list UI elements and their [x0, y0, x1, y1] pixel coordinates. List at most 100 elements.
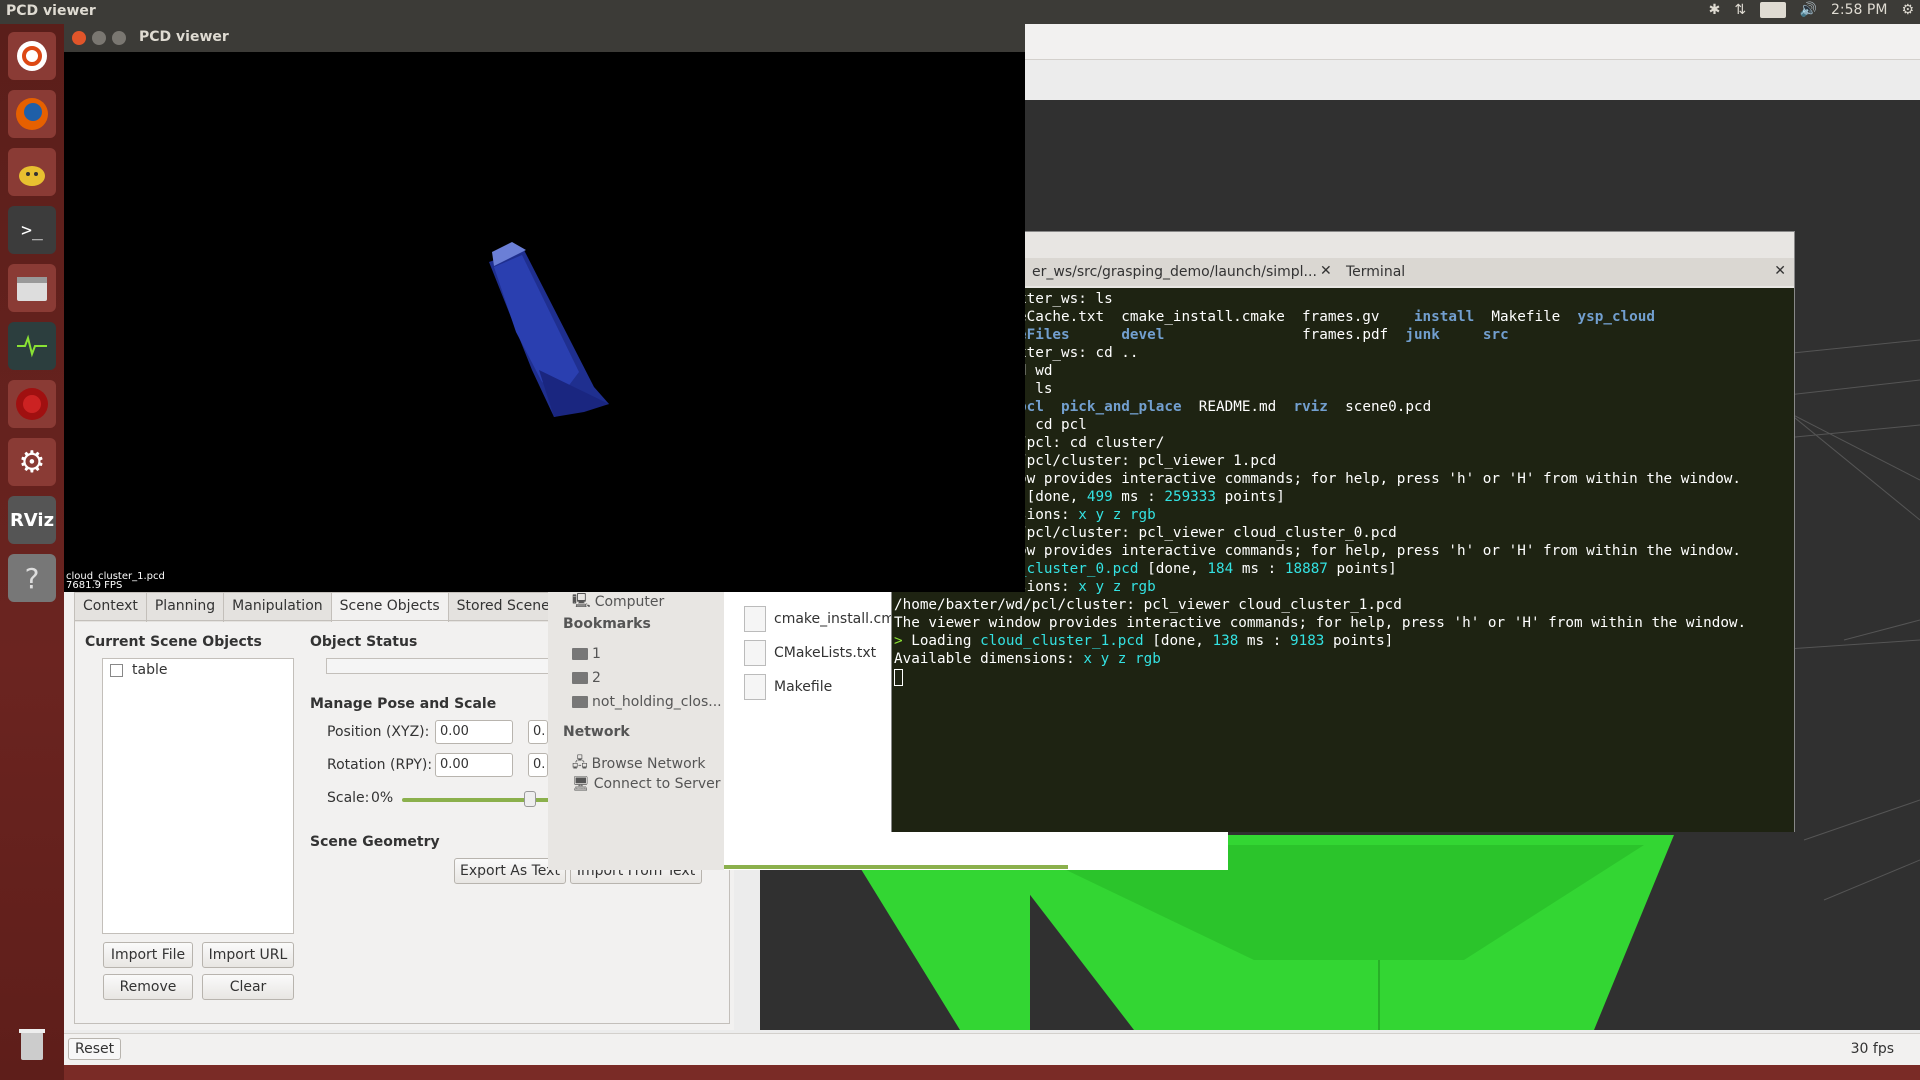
tab-manipulation[interactable]: Manipulation — [223, 592, 332, 622]
folder-icon — [572, 648, 588, 660]
file-item-label: CMakeLists.txt — [774, 645, 877, 661]
terminal-tab-bar: er_ws/src/grasping_demo/launch/simpl... … — [892, 258, 1794, 286]
help-icon[interactable]: ? — [8, 554, 56, 602]
scene-geometry-heading: Scene Geometry — [310, 834, 440, 850]
bookmarks-heading: Bookmarks — [563, 616, 651, 632]
file-item[interactable]: Makefile — [744, 674, 832, 700]
clock[interactable]: 2:58 PM — [1831, 2, 1887, 18]
terminal-line: xter_ws: cd .. — [1018, 345, 1139, 361]
terminal-icon[interactable]: >_ — [8, 206, 56, 254]
close-icon[interactable]: ✕ — [1774, 263, 1786, 279]
settings-icon[interactable]: ⚙ — [8, 438, 56, 486]
file-item-label: cmake_install.cm — [774, 611, 895, 627]
computer-icon: 🖳 — [572, 593, 591, 609]
terminal-line: : cd pcl — [1018, 417, 1087, 433]
network-icon[interactable]: ⇅ — [1734, 2, 1746, 18]
app-icon[interactable] — [8, 380, 56, 428]
point-cloud-render[interactable] — [64, 52, 1025, 572]
sidebar-item-computer-label: Computer — [594, 594, 665, 610]
terminal-line: d wd — [1018, 363, 1053, 379]
scale-slider-handle[interactable] — [524, 791, 536, 807]
terminal-line: eCache.txt cmake_install.cmake frames.gv… — [1018, 309, 1655, 325]
network-heading: Network — [563, 724, 630, 740]
current-scene-objects-heading: Current Scene Objects — [85, 634, 262, 650]
terminal-tab-2[interactable]: Terminal — [1346, 264, 1405, 280]
pcd-viewer-titlebar: PCD viewer — [64, 24, 1025, 52]
sidebar-item-bookmark-2[interactable]: 2 — [572, 670, 601, 686]
teapot-icon[interactable] — [8, 148, 56, 196]
launcher: >_ ⚙ RViz ? — [0, 24, 64, 1080]
pcd-viewer-overlay: cloud_cluster_1.pcd 7681.9 FPS — [66, 572, 165, 591]
terminal-window: er_ws/src/grasping_demo/launch/simpl... … — [891, 231, 1795, 832]
rviz-icon[interactable]: RViz — [8, 496, 56, 544]
keyboard-language-indicator[interactable]: En — [1760, 2, 1786, 18]
terminal-line: _cluster_0.pcd [done, 184 ms : 18887 poi… — [1018, 561, 1397, 577]
volume-icon[interactable]: 🔊 — [1800, 2, 1817, 18]
minimize-window-icon[interactable] — [92, 31, 106, 45]
sidebar-item-bookmark-1[interactable]: 1 — [572, 646, 601, 662]
system-monitor-icon[interactable] — [8, 322, 56, 370]
file-item[interactable]: CMakeLists.txt — [744, 640, 876, 666]
top-panel: PCD viewer ✱ ⇅ En 🔊 2:58 PM ⚙ — [0, 0, 1920, 24]
rotation-r-spinbox[interactable]: 0.00 — [435, 753, 513, 777]
file-item-label: Makefile — [774, 679, 833, 695]
server-icon: 🖥 — [572, 776, 590, 792]
terminal-line: /pcl: cd cluster/ — [1018, 435, 1165, 451]
window-title: PCD viewer — [139, 29, 229, 45]
sidebar-item-browse-network[interactable]: 🖧 Browse Network — [572, 752, 706, 776]
terminal-line: /pcl/cluster: pcl_viewer 1.pcd — [1018, 453, 1277, 469]
folder-icon — [572, 696, 588, 708]
import-url-button[interactable]: Import URL — [202, 942, 294, 968]
progress-bar — [724, 865, 1068, 869]
terminal-line: pcl pick_and_place README.md rviz scene0… — [1018, 399, 1432, 415]
close-window-icon[interactable] — [72, 31, 86, 45]
gear-icon[interactable]: ⚙ — [1901, 2, 1914, 18]
manage-pose-heading: Manage Pose and Scale — [310, 696, 497, 712]
fps-label: 7681.9 FPS — [66, 580, 123, 591]
sidebar-item-bookmark-3[interactable]: not_holding_clos... — [572, 694, 722, 710]
sidebar-item-bookmark-1-label: 1 — [592, 646, 601, 662]
terminal-line: : ls — [1018, 381, 1053, 397]
pcd-viewer-window[interactable]: PCD viewer cloud_cluster_1.pcd 7681.9 FP… — [64, 24, 1025, 592]
position-x-spinbox[interactable]: 0.00 — [435, 720, 513, 744]
ubuntu-dash-icon[interactable] — [8, 32, 56, 80]
rotation-p-spinbox[interactable]: 0. — [528, 753, 548, 777]
tab-scene-objects[interactable]: Scene Objects — [330, 592, 449, 622]
sidebar-item-bookmark-2-label: 2 — [592, 670, 601, 686]
clear-button[interactable]: Clear — [202, 974, 294, 1000]
file-item[interactable]: cmake_install.cm — [744, 606, 895, 632]
sidebar-item-computer[interactable]: 🖳 Computer — [572, 590, 664, 614]
terminal-tab-1[interactable]: er_ws/src/grasping_demo/launch/simpl... — [1032, 264, 1532, 280]
import-file-button[interactable]: Import File — [103, 942, 193, 968]
tab-context[interactable]: Context — [74, 592, 147, 622]
terminal-cursor — [894, 668, 1794, 686]
bluetooth-icon[interactable]: ✱ — [1709, 2, 1721, 18]
trash-icon[interactable] — [8, 1020, 56, 1068]
system-tray: ✱ ⇅ En 🔊 2:58 PM ⚙ — [1709, 2, 1914, 18]
text-file-icon — [744, 674, 766, 700]
terminal-line: [done, 499 ms : 259333 points] — [1018, 489, 1285, 505]
table-checkbox[interactable] — [110, 664, 123, 677]
terminal-line: The viewer window provides interactive c… — [894, 615, 1747, 631]
terminal-line: ow provides interactive commands; for he… — [1018, 543, 1742, 559]
network-drive-icon: 🖧 — [572, 755, 588, 771]
terminal-output[interactable]: xter_ws: ls eCache.txt cmake_install.cmak… — [892, 288, 1794, 832]
scene-object-table[interactable]: table — [132, 662, 167, 678]
terminal-line: sions: x y z rgb — [1018, 579, 1156, 595]
sidebar-item-connect-server[interactable]: 🖥 Connect to Server — [572, 776, 721, 792]
tab-planning[interactable]: Planning — [145, 592, 225, 622]
close-tab-icon[interactable]: ✕ — [1320, 263, 1332, 279]
panel-tabs: Context Planning Manipulation Scene Obje… — [74, 592, 566, 622]
remove-button[interactable]: Remove — [103, 974, 193, 1000]
files-icon[interactable] — [8, 264, 56, 312]
position-y-spinbox[interactable]: 0. — [528, 720, 548, 744]
maximize-window-icon[interactable] — [112, 31, 126, 45]
terminal-line: > Loading cloud_cluster_1.pcd [done, 138… — [894, 633, 1394, 649]
reset-button[interactable]: Reset — [68, 1038, 122, 1060]
scene-objects-list[interactable] — [102, 658, 294, 934]
fps-indicator: 30 fps — [1850, 1041, 1894, 1057]
desktop-bottom-strip — [64, 1065, 1920, 1080]
firefox-icon[interactable] — [8, 90, 56, 138]
text-file-icon — [744, 640, 766, 666]
rviz-icon-label: RViz — [9, 509, 55, 531]
